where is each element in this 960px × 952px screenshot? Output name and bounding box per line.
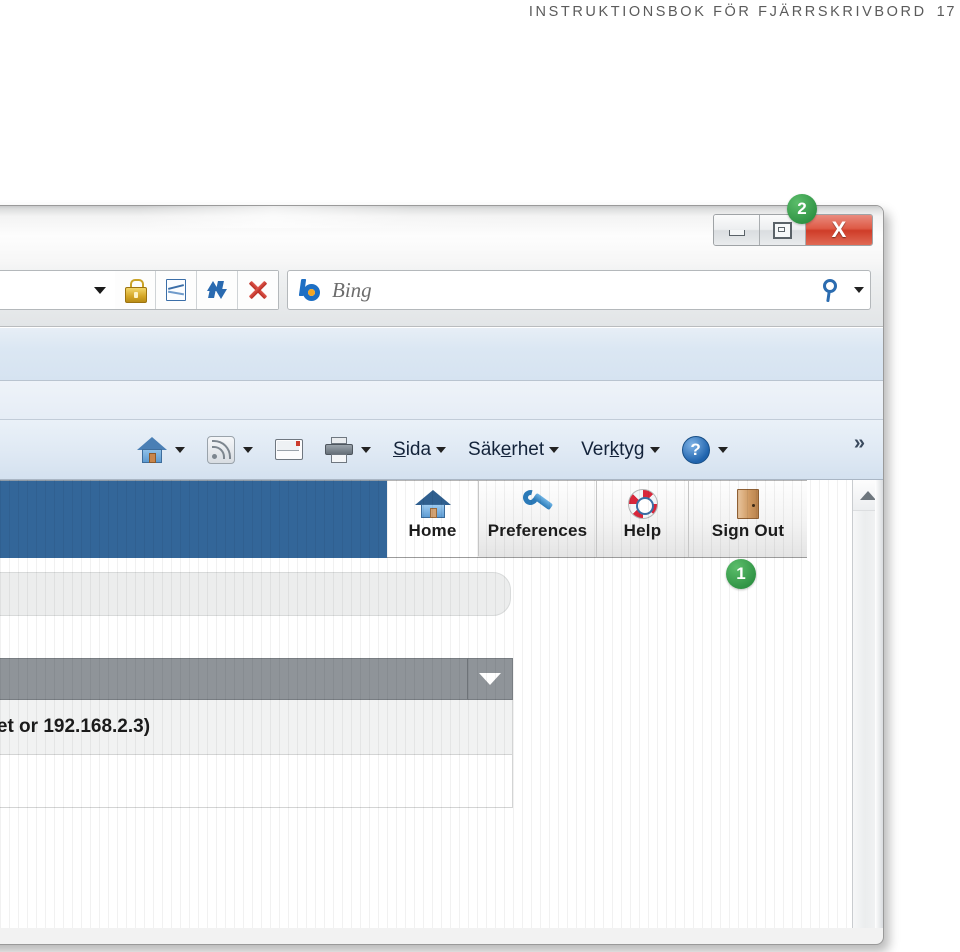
tab-home[interactable]: Home bbox=[387, 481, 479, 557]
security-lock-button[interactable] bbox=[115, 271, 155, 309]
navigation-row: Bing bbox=[0, 268, 875, 312]
life-ring-icon bbox=[627, 487, 658, 521]
form-rounded-panel bbox=[0, 572, 511, 616]
minimize-icon bbox=[728, 230, 745, 236]
command-home-dropdown[interactable] bbox=[171, 427, 189, 473]
door-exit-icon bbox=[737, 487, 759, 521]
rss-feed-icon bbox=[207, 435, 235, 464]
maximize-icon bbox=[773, 221, 792, 239]
window-title-bar: X Bing bbox=[0, 206, 883, 327]
bing-logo-icon bbox=[298, 278, 324, 302]
form-dropdown-button[interactable] bbox=[467, 658, 513, 700]
chevron-down-icon bbox=[436, 446, 447, 453]
running-head-title: INSTRUKTIONSBOK FÖR FJÄRRSKRIVBORD bbox=[528, 4, 927, 20]
form-dropdown-value[interactable] bbox=[0, 658, 467, 700]
address-dropdown-button[interactable] bbox=[85, 271, 115, 309]
mail-icon bbox=[275, 439, 303, 460]
refresh-button[interactable] bbox=[196, 271, 237, 309]
callout-badge-2: 2 bbox=[787, 194, 817, 224]
command-overflow-icon[interactable]: » bbox=[854, 432, 865, 455]
command-menu-verktyg-label: Verktyg bbox=[581, 438, 645, 460]
tab-preferences[interactable]: Preferences bbox=[479, 481, 597, 557]
compatibility-view-button[interactable] bbox=[155, 271, 196, 309]
content-bottom-fill bbox=[0, 808, 852, 900]
app-banner-blue bbox=[0, 480, 387, 558]
running-head: INSTRUKTIONSBOK FÖR FJÄRRSKRIVBORD 17 bbox=[0, 4, 960, 20]
chevron-down-icon bbox=[94, 286, 106, 294]
form-body: .net or 192.168.2.3) bbox=[0, 558, 852, 808]
web-content: Home Preferences Help Sign Out t or 192.… bbox=[0, 480, 852, 928]
command-print-button[interactable] bbox=[321, 427, 357, 473]
tab-preferences-label: Preferences bbox=[487, 521, 588, 540]
search-dropdown-icon[interactable] bbox=[854, 287, 864, 293]
vertical-scrollbar[interactable] bbox=[852, 480, 883, 928]
command-feeds-button[interactable] bbox=[203, 427, 239, 473]
tab-home-label: Home bbox=[408, 521, 457, 540]
command-home-button[interactable] bbox=[133, 427, 171, 473]
print-icon bbox=[325, 436, 353, 463]
command-mail-button[interactable] bbox=[271, 427, 307, 473]
chevron-down-icon bbox=[243, 446, 253, 453]
chevron-down-icon bbox=[717, 446, 728, 453]
window-right-edge bbox=[875, 480, 883, 928]
form-hint-text: .net or 192.168.2.3) bbox=[0, 716, 151, 737]
callout-badge-1: 1 bbox=[726, 559, 756, 589]
refresh-icon bbox=[206, 279, 228, 301]
chevron-down-icon bbox=[175, 446, 185, 453]
command-menu-sida-label: Sida bbox=[393, 438, 432, 460]
minimize-button[interactable] bbox=[714, 215, 760, 245]
form-hint-row: .net or 192.168.2.3) bbox=[0, 700, 513, 754]
help-circle-icon: ? bbox=[681, 435, 710, 464]
caret-up-icon bbox=[860, 490, 876, 500]
tab-sign-out[interactable]: Sign Out bbox=[689, 481, 807, 557]
app-nav-tabs: Home Preferences Help Sign Out bbox=[387, 480, 807, 558]
wrench-icon bbox=[519, 487, 555, 521]
app-banner: Home Preferences Help Sign Out bbox=[0, 480, 852, 558]
lock-icon bbox=[125, 279, 147, 303]
page-root: INSTRUKTIONSBOK FÖR FJÄRRSKRIVBORD 17 X bbox=[0, 0, 960, 952]
command-help-dropdown[interactable] bbox=[714, 427, 732, 473]
command-menu-verktyg[interactable]: Verktyg bbox=[577, 427, 663, 473]
command-feeds-dropdown[interactable] bbox=[239, 427, 257, 473]
search-input[interactable]: Bing bbox=[287, 270, 871, 310]
browser-tab-strip[interactable] bbox=[0, 327, 883, 381]
address-bar[interactable] bbox=[0, 270, 279, 310]
home-icon bbox=[414, 487, 451, 521]
tab-help-label: Help bbox=[623, 521, 662, 540]
search-icon[interactable] bbox=[820, 278, 844, 303]
compatibility-view-icon bbox=[166, 279, 186, 301]
caret-down-icon bbox=[479, 673, 501, 685]
command-print-dropdown[interactable] bbox=[357, 427, 375, 473]
command-menu-sakerhet-label: Säkerhet bbox=[468, 438, 545, 460]
tab-help[interactable]: Help bbox=[597, 481, 689, 557]
chevron-down-icon bbox=[649, 446, 660, 453]
chevron-down-icon bbox=[361, 446, 371, 453]
tab-sign-out-label: Sign Out bbox=[711, 521, 785, 540]
search-provider-label: Bing bbox=[332, 277, 372, 302]
home-icon bbox=[137, 436, 167, 463]
form-dropdown[interactable] bbox=[0, 658, 513, 700]
chevron-down-icon bbox=[549, 446, 560, 453]
page-number: 17 bbox=[936, 4, 956, 20]
favorites-bar[interactable] bbox=[0, 381, 883, 420]
command-menu-sakerhet[interactable]: Säkerhet bbox=[464, 427, 563, 473]
command-menu-sida[interactable]: Sida bbox=[389, 427, 450, 473]
close-icon: X bbox=[831, 217, 847, 242]
page-content-area: Home Preferences Help Sign Out t or 192.… bbox=[0, 480, 883, 928]
stop-button[interactable] bbox=[237, 271, 278, 309]
command-bar: Sida Säkerhet Verktyg ? » bbox=[0, 420, 883, 480]
form-text-input[interactable] bbox=[0, 754, 513, 808]
stop-icon bbox=[247, 279, 269, 301]
command-help-button[interactable]: ? bbox=[678, 427, 714, 473]
close-button[interactable]: X bbox=[806, 215, 872, 245]
